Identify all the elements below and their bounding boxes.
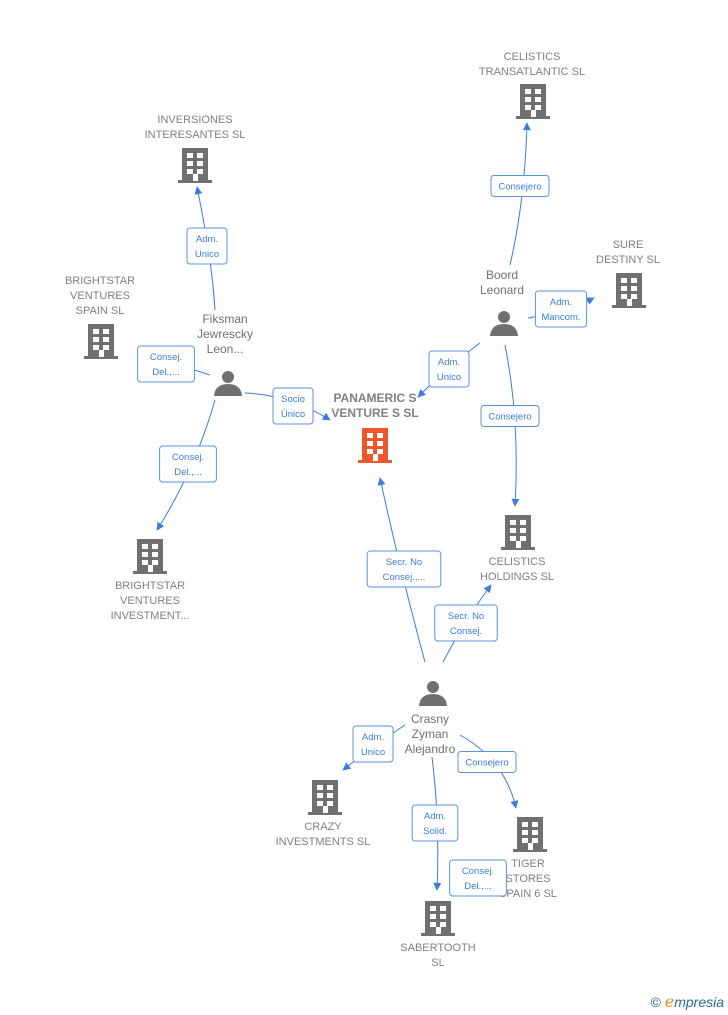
edge-label[interactable]: Adm. Unico xyxy=(186,227,228,265)
edge-label-text: Secr. No xyxy=(448,611,484,622)
node-label: SL xyxy=(431,957,444,969)
edge-label-text: Adm. xyxy=(362,732,384,743)
edge-label-text: Del.,... xyxy=(464,881,491,892)
edge-label[interactable]: Adm. Mancom. xyxy=(534,290,588,328)
node-label: VENTURES xyxy=(120,595,180,607)
building-icon xyxy=(178,148,212,183)
node-label: DESTINY SL xyxy=(596,254,660,266)
edge-label-text: Consejero xyxy=(498,182,541,193)
node-label: BRIGHTSTAR xyxy=(65,275,135,287)
node-label: Jewrescky xyxy=(197,327,253,341)
company-node-crazy[interactable]: CRAZY INVESTMENTS SL xyxy=(276,780,371,848)
edge-label[interactable]: Consej. Del.,... xyxy=(449,859,507,897)
company-node-panamerics[interactable]: PANAMERIC SVENTURE S SL xyxy=(331,391,419,463)
edge-label[interactable]: Consejero xyxy=(457,751,517,773)
edge-label-text: Solid. xyxy=(423,826,447,837)
node-label: INVERSIONES xyxy=(157,114,232,126)
edge-label[interactable]: Consej. Del.,... xyxy=(159,445,217,483)
company-node-cel_trans[interactable]: CELISTICS TRANSATLANTIC SL xyxy=(479,51,585,119)
company-node-saber[interactable]: SABERTOOTH SL xyxy=(400,901,476,969)
edge-label[interactable]: Adm. Unico xyxy=(352,725,394,763)
building-icon xyxy=(421,901,455,936)
node-label: STORES xyxy=(505,873,550,885)
node-label: Crasny xyxy=(411,712,449,726)
copyright-symbol: © xyxy=(650,994,661,1010)
edge-label-text: Consej. xyxy=(150,352,182,363)
node-label: SPAIN 6 SL xyxy=(499,888,557,900)
edge-label-text: Adm. xyxy=(196,234,218,245)
edge-label-text: Del.,... xyxy=(174,467,201,478)
company-node-sure[interactable]: SURE DESTINY SL xyxy=(596,239,660,308)
building-icon xyxy=(501,515,535,550)
person-icon xyxy=(490,311,518,336)
building-icon xyxy=(308,780,342,815)
building-icon xyxy=(513,817,547,852)
node-label: INVESTMENTS SL xyxy=(276,836,371,848)
person-node-boord[interactable]: BoordLeonard xyxy=(480,268,524,336)
node-label: HOLDINGS SL xyxy=(480,571,554,583)
network-graph: PANAMERIC SVENTURE S SL CELISTICS TRANSATL… xyxy=(65,51,660,969)
node-label: CRAZY xyxy=(304,821,342,833)
edge-label[interactable]: Secr. No Consej. xyxy=(434,604,498,642)
company-node-bs_inv[interactable]: BRIGHTSTAR VENTURES INVESTMENT... xyxy=(111,539,190,622)
edge-label-text: Consej. xyxy=(462,866,494,877)
node-label: Fiksman xyxy=(202,312,247,326)
edge-label-text: Del.,... xyxy=(152,367,179,378)
node-label: SURE xyxy=(613,239,644,251)
edge-label-text: Consejero xyxy=(488,412,531,423)
building-icon xyxy=(84,324,118,359)
node-label: Alejandro xyxy=(405,742,456,756)
company-node-bs_spain[interactable]: BRIGHTSTAR VENTURES SPAIN SL xyxy=(65,275,135,359)
person-node-crasny[interactable]: CrasnyZymanAlejandro xyxy=(405,681,456,756)
node-label: SABERTOOTH xyxy=(400,942,475,954)
company-node-tiger[interactable]: TIGER STORES SPAIN 6 SL xyxy=(499,817,557,900)
edge-label[interactable]: Secr. No Consej.,... xyxy=(366,550,442,588)
edge-label-text: Consejero xyxy=(465,758,508,769)
edge-label[interactable]: Socio Único xyxy=(272,387,314,425)
edge-label[interactable]: Adm. Unico xyxy=(428,350,470,388)
person-node-fiksman[interactable]: FiksmanJewresckyLeon... xyxy=(197,312,253,396)
edge-label[interactable]: Consejero xyxy=(480,405,540,427)
node-label: CELISTICS xyxy=(489,556,546,568)
edge-label[interactable]: Consej. Del.,... xyxy=(137,345,195,383)
building-icon xyxy=(133,539,167,574)
edge-label-text: Mancom. xyxy=(541,312,580,323)
node-label: CELISTICS xyxy=(504,51,561,63)
edge-label[interactable]: Consejero xyxy=(490,175,550,197)
node-label: VENTURE S SL xyxy=(331,406,418,420)
node-label: Leonard xyxy=(480,283,524,297)
edge-label-text: Adm. xyxy=(438,357,460,368)
node-label: TIGER xyxy=(511,858,545,870)
edge-label-text: Único xyxy=(281,409,305,420)
empresia-logo: © empresia xyxy=(650,992,724,1011)
person-icon xyxy=(214,371,242,396)
node-label: TRANSATLANTIC SL xyxy=(479,66,585,78)
edge-label-text: Socio xyxy=(281,394,305,405)
edge-label-text: Unico xyxy=(361,747,385,758)
edge-label-text: Adm. xyxy=(424,811,446,822)
edge-label-text: Consej.,... xyxy=(383,572,426,583)
node-label: BRIGHTSTAR xyxy=(115,580,185,592)
company-node-cel_hold[interactable]: CELISTICS HOLDINGS SL xyxy=(480,515,554,583)
node-label: PANAMERIC S xyxy=(333,391,416,405)
node-label: VENTURES xyxy=(70,290,130,302)
edge-label[interactable]: Adm. Solid. xyxy=(411,804,459,842)
person-icon xyxy=(419,681,447,706)
node-label: SPAIN SL xyxy=(76,305,125,317)
building-icon xyxy=(358,428,392,463)
building-icon xyxy=(516,84,550,119)
edge-label-text: Consej. xyxy=(450,626,482,637)
building-icon xyxy=(612,273,646,308)
node-label: Zyman xyxy=(412,727,449,741)
edge-label-text: Adm. xyxy=(550,297,572,308)
node-label: INVESTMENT... xyxy=(111,610,190,622)
edge-label-text: Unico xyxy=(195,249,219,260)
node-label: INTERESANTES SL xyxy=(145,129,246,141)
edge-label-text: Consej. xyxy=(172,452,204,463)
edge-label-text: Secr. No xyxy=(386,557,422,568)
node-label: Boord xyxy=(486,268,518,282)
node-label: Leon... xyxy=(207,342,244,356)
company-node-inversiones[interactable]: INVERSIONES INTERESANTES SL xyxy=(145,114,246,183)
edge-label-text: Unico xyxy=(437,372,461,383)
